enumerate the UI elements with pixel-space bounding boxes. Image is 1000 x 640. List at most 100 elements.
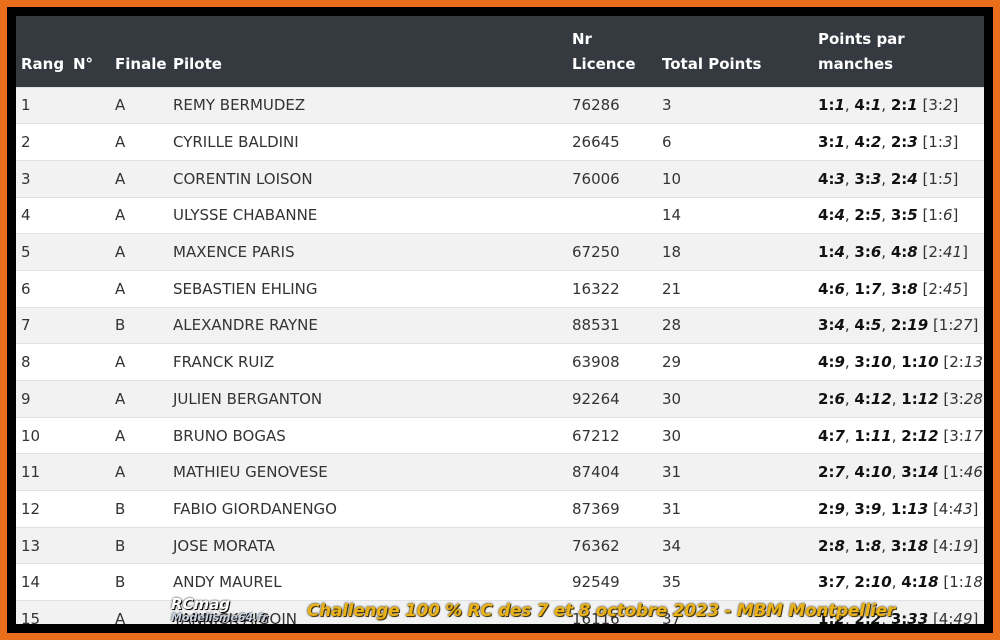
cell-pilote: BRUNO BOGAS: [168, 416, 567, 454]
cell-total: 31: [657, 490, 813, 528]
cell-num: [68, 86, 110, 124]
manche-score: 2:10: [854, 573, 892, 592]
table-row[interactable]: 4 A ULYSSE CHABANNE 14 4:4, 2:5, 3:5 [1:6]: [16, 196, 984, 234]
cell-finale: A: [110, 416, 168, 454]
manche-score: 2:6: [818, 389, 845, 408]
dropped-manche: [4:19]: [932, 536, 979, 555]
cell-finale: A: [110, 269, 168, 308]
header-num[interactable]: N°: [68, 16, 110, 87]
dropped-manche: [2:41]: [922, 243, 968, 262]
header-points[interactable]: Points par manches: [813, 16, 984, 87]
cell-pilote: CORENTIN LOISON: [168, 159, 567, 198]
manche-score: 4:9: [818, 353, 845, 372]
cell-licence: 63908: [567, 343, 657, 381]
cell-num: [68, 526, 110, 564]
cell-rang: 12: [16, 490, 68, 528]
table-row[interactable]: 12 B FABIO GIORDANENGO 87369 31 2:9, 3:9, 1:1…: [16, 490, 984, 528]
cell-rang: 9: [16, 380, 68, 418]
cell-finale: A: [110, 600, 168, 624]
cell-pilote: JULIEN BERGANTON: [168, 380, 567, 418]
dropped-manche: [3:2]: [922, 96, 959, 115]
cell-num: [68, 600, 110, 624]
manche-score: 4:3: [818, 169, 845, 188]
table-row[interactable]: 14 B ANDY MAUREL 92549 35 3:7, 2:10, 4:18 [1:…: [16, 563, 984, 601]
header-licence[interactable]: Nr Licence: [567, 16, 657, 87]
cell-rang: 3: [16, 159, 68, 198]
cell-pilote: FABIO GIORDANENGO: [168, 490, 567, 528]
table-row[interactable]: 8 A FRANCK RUIZ 63908 29 4:9, 3:10, 1:10 [2:1…: [16, 343, 984, 381]
dropped-manche: [3:28]: [943, 389, 984, 408]
cell-pilote: ANDY MAUREL: [168, 563, 567, 601]
cell-finale: B: [110, 490, 168, 528]
cell-points: 2:6, 4:12, 1:12 [3:28]: [813, 380, 984, 418]
cell-finale: B: [110, 526, 168, 564]
table-row[interactable]: 7 B ALEXANDRE RAYNE 88531 28 3:4, 4:5, 2:19 […: [16, 306, 984, 344]
table-row[interactable]: 6 A SEBASTIEN EHLING 16322 21 4:6, 1:7, 3:8 […: [16, 269, 984, 308]
manche-score: 3:9: [854, 499, 882, 518]
table-row[interactable]: 3 A CORENTIN LOISON 76006 10 4:3, 3:3, 2:4 [1…: [16, 159, 984, 198]
manche-score: 4:18: [901, 573, 939, 592]
cell-total: 37: [657, 600, 813, 624]
cell-licence: 67250: [567, 233, 657, 271]
manche-score: 2:5: [854, 206, 882, 225]
manche-score: 2:9: [818, 499, 845, 518]
cell-points: 2:8, 1:8, 3:18 [4:19]: [813, 526, 984, 564]
table-row[interactable]: 1 A REMY BERMUDEZ 76286 3 1:1, 4:1, 2:1 [3:2]: [16, 86, 984, 124]
cell-finale: A: [110, 123, 168, 161]
cell-licence: 16116: [567, 600, 657, 624]
header-pilote[interactable]: Pilote: [168, 16, 567, 87]
dropped-manche: [4:49]: [932, 610, 979, 624]
cell-total: 10: [657, 159, 813, 198]
cell-finale: B: [110, 563, 168, 601]
manche-score: 2:4: [890, 169, 918, 188]
manche-score: 1:1: [818, 96, 845, 115]
cell-pilote: ALEXANDRE RAYNE: [168, 306, 567, 344]
manche-score: 4:7: [818, 426, 845, 445]
manche-score: 4:6: [818, 279, 845, 298]
table-row[interactable]: 5 A MAXENCE PARIS 67250 18 1:4, 3:6, 4:8 [2:4…: [16, 233, 984, 271]
header-rang[interactable]: Rang: [16, 16, 68, 87]
table-row[interactable]: 11 A MATHIEU GENOVESE 87404 31 2:7, 4:10, 3:1…: [16, 453, 984, 491]
results-table: Rang N° Finale Pilote Nr Licence Total Po…: [16, 16, 984, 624]
dropped-manche: [1:6]: [922, 206, 959, 225]
manche-score: 2:19: [890, 316, 929, 335]
header-total[interactable]: Total Points: [657, 16, 813, 87]
cell-rang: 8: [16, 343, 68, 381]
cell-points: 3:4, 4:5, 2:19 [1:27]: [813, 306, 984, 344]
cell-pilote: ULYSSE CHABANNE: [168, 196, 567, 234]
table-row[interactable]: 13 B JOSE MORATA 76362 34 2:8, 1:8, 3:18 [4:1…: [16, 526, 984, 564]
table-row[interactable]: 2 A CYRILLE BALDINI 26645 6 3:1, 4:2, 2:3 [1:…: [16, 123, 984, 161]
cell-total: 31: [657, 453, 813, 491]
cell-total: 18: [657, 233, 813, 271]
dropped-manche: [4:43]: [932, 499, 979, 518]
table-row[interactable]: 15 A YANNICK AIGOIN 16116 37 1:2, 2:2, 3:33 […: [16, 600, 984, 624]
table-row[interactable]: 10 A BRUNO BOGAS 67212 30 4:7, 1:11, 2:12 [3:…: [16, 416, 984, 454]
cell-pilote: SEBASTIEN EHLING: [168, 269, 567, 308]
cell-licence: [567, 196, 657, 234]
cell-num: [68, 343, 110, 381]
manche-score: 3:8: [890, 279, 918, 298]
manche-score: 1:4: [818, 243, 845, 262]
cell-pilote: CYRILLE BALDINI: [168, 123, 567, 161]
cell-licence: 76362: [567, 526, 657, 564]
results-panel: Rang N° Finale Pilote Nr Licence Total Po…: [16, 16, 984, 624]
manche-score: 3:14: [901, 463, 939, 482]
cell-total: 28: [657, 306, 813, 344]
manche-score: 4:1: [854, 96, 882, 115]
table-row[interactable]: 9 A JULIEN BERGANTON 92264 30 2:6, 4:12, 1:12…: [16, 380, 984, 418]
cell-rang: 1: [16, 86, 68, 124]
cell-licence: 76006: [567, 159, 657, 198]
manche-score: 1:13: [890, 499, 929, 518]
cell-total: 29: [657, 343, 813, 381]
cell-licence: 87369: [567, 490, 657, 528]
cell-pilote: YANNICK AIGOIN: [168, 600, 567, 624]
cell-total: 21: [657, 269, 813, 308]
cell-points: 3:1, 4:2, 2:3 [1:3]: [813, 123, 984, 161]
header-finale[interactable]: Finale: [110, 16, 168, 87]
manche-score: 1:11: [854, 426, 892, 445]
manche-score: 3:6: [854, 243, 882, 262]
manche-score: 4:12: [854, 389, 892, 408]
cell-licence: 87404: [567, 453, 657, 491]
image-frame: Rang N° Finale Pilote Nr Licence Total Po…: [7, 7, 993, 633]
manche-score: 4:8: [890, 243, 918, 262]
